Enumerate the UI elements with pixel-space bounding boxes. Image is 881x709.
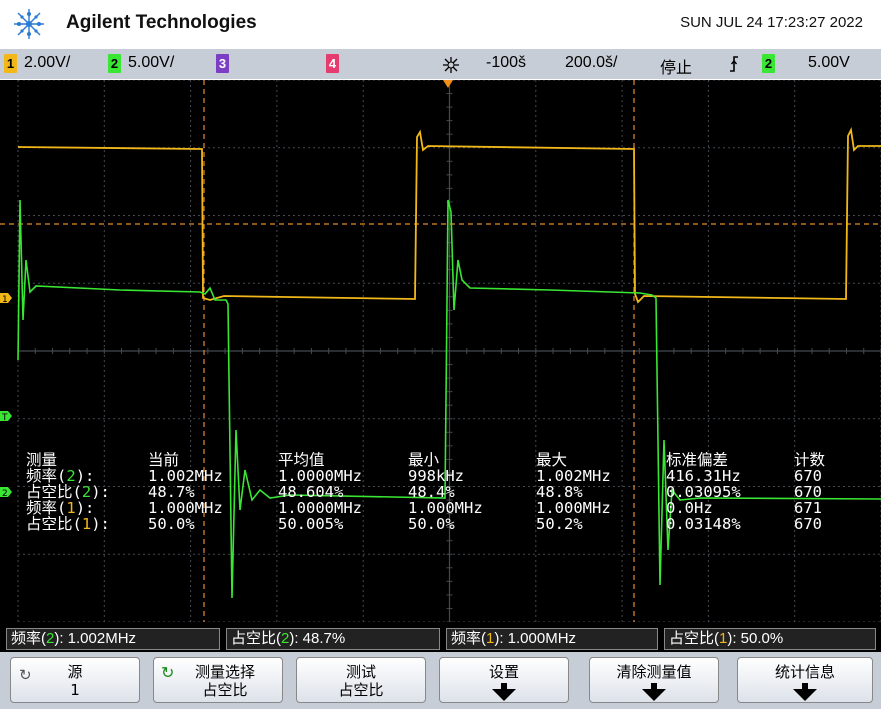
ch1-ground-marker[interactable]: 1 [0, 293, 12, 305]
meas-row-label: 占空比(1): [26, 515, 110, 533]
run-state: 停止 [660, 60, 693, 77]
summary-freq-ch1: 频率(1): 1.000MHz [446, 628, 658, 650]
meas-current: 50.0% [148, 515, 195, 533]
time-offset: -100š [486, 54, 527, 71]
ch1-badge[interactable]: 1 [4, 54, 17, 73]
meas-mean: 50.005% [278, 515, 344, 533]
svg-text:2: 2 [2, 489, 8, 499]
settings-label: 设置 [488, 663, 519, 681]
trigger-level-marker[interactable]: T [0, 411, 12, 423]
test-softkey[interactable]: 测试 占空比 [296, 657, 426, 703]
meas-std: 0.03095% [666, 483, 741, 501]
acquire-icon [443, 57, 459, 73]
select-value: 占空比 [202, 681, 248, 699]
meas-mean: 48.604% [278, 483, 344, 501]
settings-softkey[interactable]: 设置 [439, 657, 569, 703]
statistics-softkey[interactable]: 统计信息 [737, 657, 873, 703]
ch2-badge[interactable]: 2 [108, 54, 121, 73]
meas-min: 998kHz [408, 467, 464, 485]
meas-std: 0.0Hz [666, 499, 713, 517]
trigger-source-badge[interactable]: 2 [762, 54, 775, 73]
meas-header-mean: 平均值 [278, 451, 325, 469]
meas-row-label: 频率(1): [26, 499, 95, 517]
meas-std: 0.03148% [666, 515, 741, 533]
meas-mean: 1.0000MHz [278, 499, 362, 517]
test-value: 占空比 [338, 681, 384, 699]
rotate-knob-icon: ↻ [19, 666, 32, 684]
measure-select-softkey[interactable]: ↻ 测量选择 占空比 [153, 657, 283, 703]
meas-count: 670 [794, 467, 822, 485]
trigger-position-marker[interactable] [443, 80, 453, 88]
graticule [17, 80, 881, 622]
meas-header-count: 计数 [794, 451, 826, 469]
meas-min: 50.0% [408, 515, 455, 533]
meas-header-max: 最大 [536, 451, 568, 469]
agilent-logo-icon [14, 9, 44, 39]
brand-name: Agilent Technologies [66, 12, 257, 33]
meas-count: 670 [794, 515, 822, 533]
trigger-level: 5.00V [808, 54, 850, 71]
ch3-badge[interactable]: 3 [216, 54, 229, 73]
softkey-bar: ↻ 源 1 ↻ 测量选择 占空比 测试 占空比 设置 清除测量值 统计信息 [0, 652, 881, 709]
ch1-scale: 2.00V/ [24, 54, 71, 71]
ch2-scale: 5.00V/ [128, 54, 175, 71]
meas-header-current: 当前 [148, 451, 180, 469]
meas-max: 1.000MHz [536, 499, 611, 517]
meas-max: 48.8% [536, 483, 583, 501]
date-time: SUN JUL 24 17:23:27 2022 [680, 14, 863, 31]
stats-label: 统计信息 [774, 663, 835, 681]
source-softkey[interactable]: ↻ 源 1 [10, 657, 140, 703]
clear-label: 清除测量值 [616, 663, 692, 681]
meas-header-std: 标准偏差 [666, 451, 729, 469]
measurement-summary-bar: 频率(2): 1.002MHz 占空比(2): 48.7% 频率(1): 1.0… [0, 622, 881, 652]
meas-row-label: 频率(2): [26, 467, 95, 485]
summary-duty-ch1: 占空比(1): 50.0% [664, 628, 876, 650]
meas-min: 1.000MHz [408, 499, 483, 517]
meas-current: 1.002MHz [148, 467, 223, 485]
header: Agilent Technologies SUN JUL 24 17:23:27… [0, 0, 881, 48]
meas-current: 48.7% [148, 483, 195, 501]
meas-mean: 1.0000MHz [278, 467, 362, 485]
ch2-ground-marker[interactable]: 2 [0, 487, 12, 499]
summary-duty-ch2: 占空比(2): 48.7% [226, 628, 440, 650]
test-label: 测试 [345, 663, 376, 681]
clear-measurements-softkey[interactable]: 清除测量值 [589, 657, 719, 703]
meas-header-label: 测量 [26, 451, 58, 469]
meas-current: 1.000MHz [148, 499, 223, 517]
meas-max: 50.2% [536, 515, 583, 533]
meas-count: 670 [794, 483, 822, 501]
meas-min: 48.4% [408, 483, 455, 501]
meas-header-min: 最小 [408, 451, 440, 469]
ch4-badge[interactable]: 4 [326, 54, 339, 73]
status-bar: 1 2.00V/ 2 5.00V/ 3 4 -100š 200.0š/ 停止 2… [0, 49, 881, 79]
waveform-display[interactable]: 1 2 T 测量 当前 平均值 最小 最大 标准偏差 计数 频率(2): 1.0… [0, 80, 881, 622]
meas-max: 1.002MHz [536, 467, 611, 485]
waveform-graph: 1 2 T [0, 80, 881, 622]
svg-text:1: 1 [2, 295, 8, 305]
trigger-edge-icon [730, 56, 738, 72]
meas-count: 671 [794, 499, 822, 517]
meas-std: 416.31Hz [666, 467, 741, 485]
meas-row-label: 占空比(2): [26, 483, 110, 501]
select-knob-icon: ↻ [161, 663, 175, 682]
svg-text:T: T [1, 413, 8, 423]
summary-freq-ch2: 频率(2): 1.002MHz [6, 628, 220, 650]
time-scale: 200.0š/ [565, 54, 618, 71]
